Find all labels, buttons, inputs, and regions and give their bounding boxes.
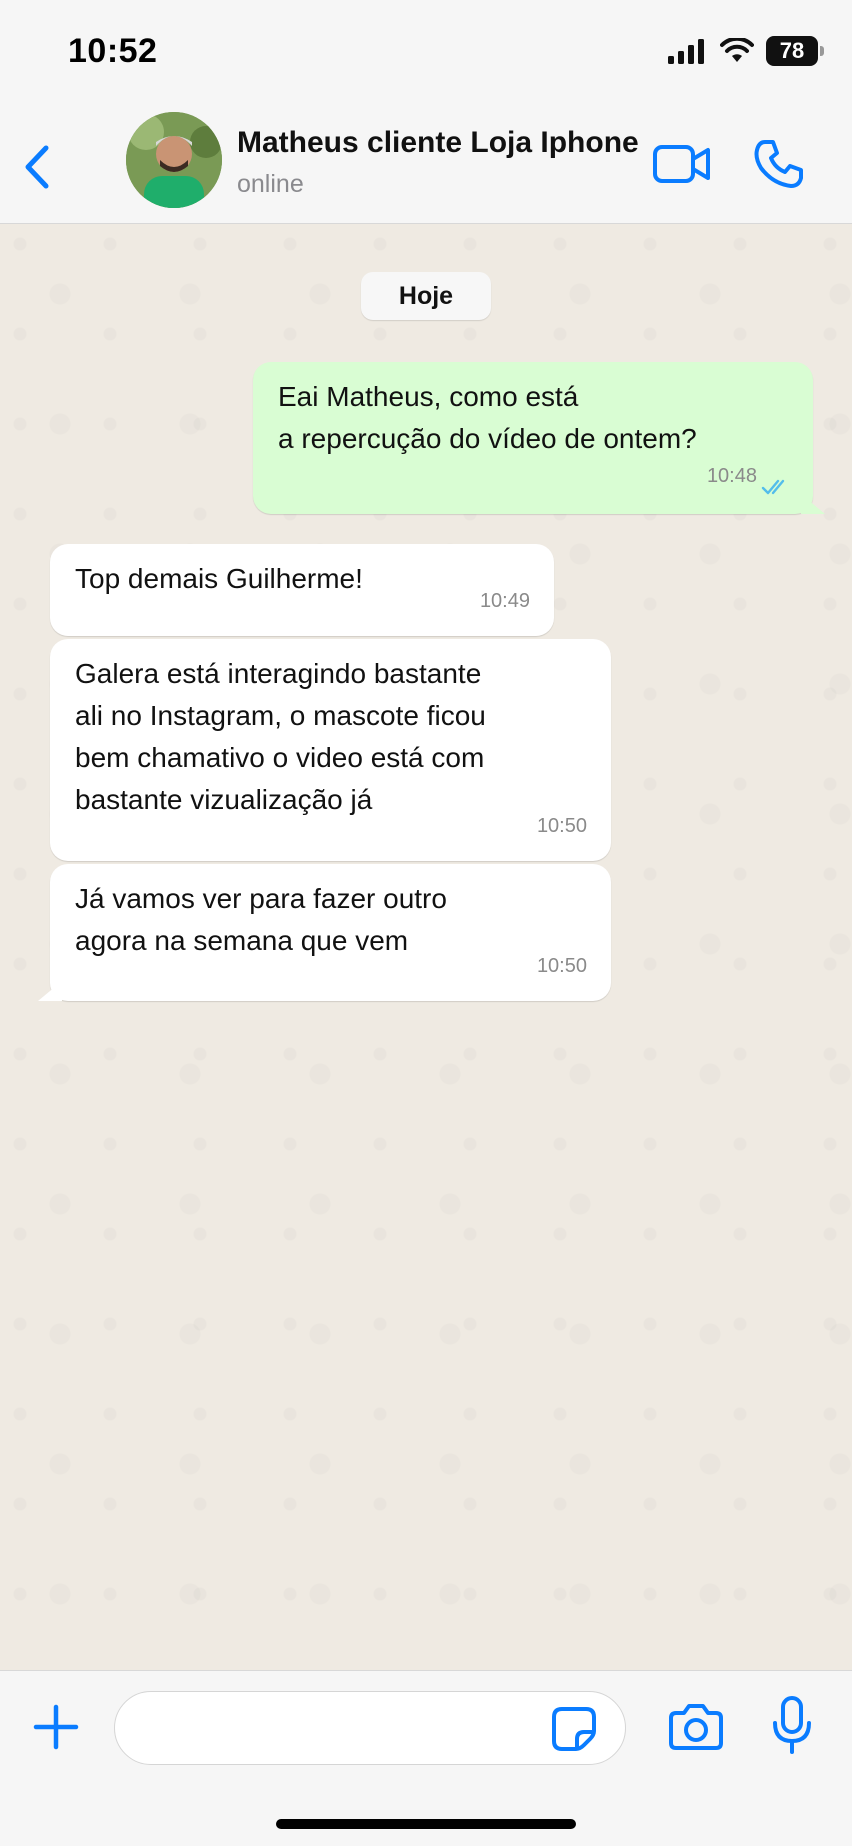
signal-icon — [668, 38, 708, 64]
status-bar: 10:52 78 — [0, 0, 852, 100]
chat-screen: 10:52 78 Matheus cliente Loja Iphone onl… — [0, 0, 852, 1846]
camera-button[interactable] — [668, 1701, 724, 1753]
video-call-icon — [652, 142, 712, 186]
message-bubble[interactable]: Já vamos ver para fazer outro agora na s… — [50, 864, 611, 1001]
double-check-icon — [761, 478, 791, 496]
voice-call-button[interactable] — [753, 138, 805, 190]
sticker-button[interactable] — [550, 1705, 598, 1753]
sticker-icon — [550, 1705, 598, 1753]
status-time: 10:52 — [68, 32, 158, 70]
input-bar — [0, 1670, 852, 1846]
message-text: Galera está interagindo bastante ali no … — [75, 658, 486, 815]
chat-header: Matheus cliente Loja Iphone online — [0, 100, 852, 224]
message-text: Já vamos ver para fazer outro agora na s… — [75, 883, 447, 956]
video-call-button[interactable] — [652, 142, 712, 186]
message-time: 10:49 — [479, 590, 530, 612]
message-text: Top demais Guilherme! — [75, 563, 363, 594]
attach-button[interactable] — [32, 1703, 80, 1751]
message-text: Eai Matheus, como está a repercução do v… — [278, 381, 697, 454]
plus-icon — [32, 1703, 80, 1751]
message-time: 10:48 — [706, 465, 757, 487]
message-time: 10:50 — [536, 815, 587, 837]
contact-name[interactable]: Matheus cliente Loja Iphone — [237, 126, 639, 160]
chat-area[interactable]: Hoje Eai Matheus, como está a repercução… — [0, 224, 852, 1670]
message-time: 10:50 — [536, 955, 587, 977]
wifi-icon — [720, 38, 754, 64]
battery-level: 78 — [779, 38, 805, 63]
date-separator: Hoje — [361, 272, 491, 320]
back-button[interactable] — [18, 142, 58, 192]
status-icons: 78 — [668, 36, 824, 66]
message-bubble[interactable]: Galera está interagindo bastante ali no … — [50, 639, 611, 861]
microphone-button[interactable] — [770, 1695, 814, 1755]
avatar[interactable] — [126, 112, 222, 208]
contact-status: online — [237, 170, 304, 198]
microphone-icon — [770, 1695, 814, 1755]
message-bubble[interactable]: Top demais Guilherme! 10:49 — [50, 544, 554, 636]
battery-icon: 78 — [766, 36, 824, 66]
message-bubble[interactable]: Eai Matheus, como está a repercução do v… — [253, 362, 813, 514]
camera-icon — [668, 1701, 724, 1753]
home-indicator[interactable] — [276, 1819, 576, 1829]
chevron-left-icon — [18, 142, 58, 192]
phone-icon — [753, 138, 805, 190]
